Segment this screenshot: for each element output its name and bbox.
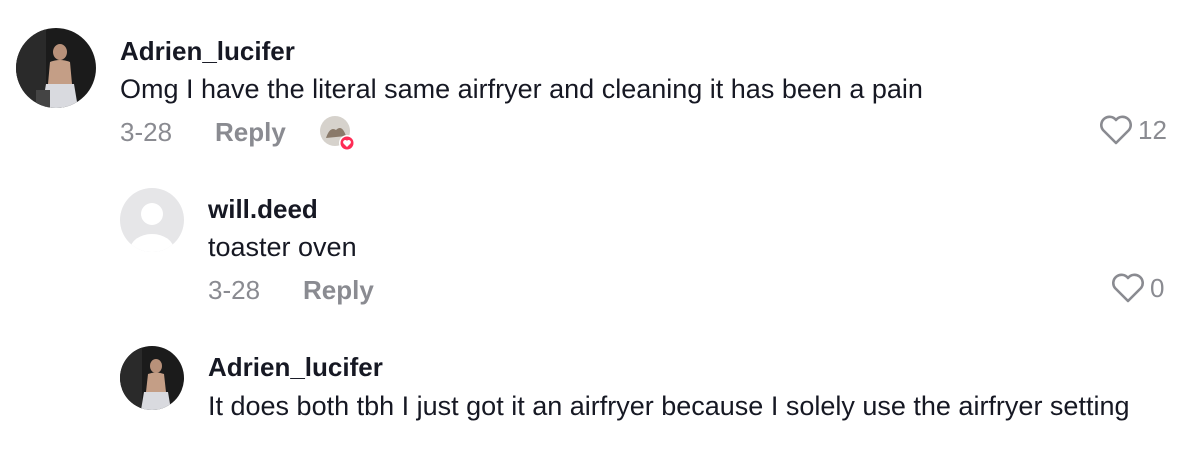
comment-text: Omg I have the literal same airfryer and… — [120, 74, 923, 104]
username[interactable]: Adrien_lucifer — [120, 36, 295, 67]
reply-button[interactable]: Reply — [215, 117, 286, 148]
avatar[interactable] — [120, 188, 184, 252]
user-photo-icon — [16, 28, 96, 108]
reply-button[interactable]: Reply — [303, 275, 374, 306]
like-button[interactable]: 0 — [1110, 272, 1164, 304]
comment-text: toaster oven — [208, 232, 357, 262]
like-button[interactable]: 12 — [1098, 114, 1167, 146]
creator-liked-badge — [320, 116, 355, 151]
heart-outline-icon — [1112, 273, 1144, 303]
username[interactable]: Adrien_lucifer — [208, 352, 383, 383]
heart-outline-icon — [1100, 115, 1132, 145]
comment-text: It does both tbh I just got it an airfry… — [208, 391, 1130, 421]
username[interactable]: will.deed — [208, 194, 318, 225]
avatar[interactable] — [16, 28, 96, 108]
default-avatar-icon — [120, 188, 184, 252]
user-photo-icon — [120, 346, 184, 410]
avatar[interactable] — [120, 346, 184, 410]
creator-avatar-icon — [320, 116, 355, 151]
comment-date: 3-28 — [120, 117, 173, 147]
like-count: 0 — [1150, 272, 1165, 303]
like-count: 12 — [1138, 114, 1167, 145]
comment-date: 3-28 — [208, 275, 261, 305]
